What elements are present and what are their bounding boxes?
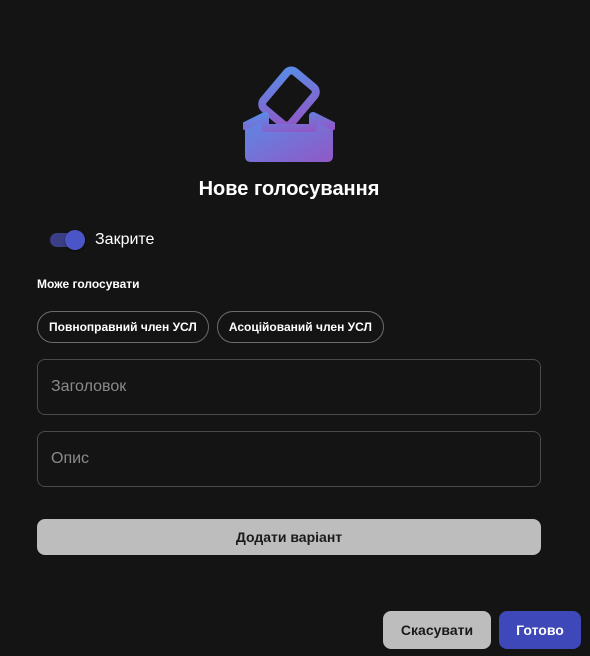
add-option-button[interactable]: Додати варіант	[37, 519, 541, 555]
chip-associate-member[interactable]: Асоційований член УСЛ	[216, 311, 384, 343]
done-button[interactable]: Готово	[499, 611, 581, 649]
closed-toggle-switch[interactable]	[48, 228, 86, 252]
new-vote-dialog: Нове голосування Закрите Може голосувати…	[0, 0, 590, 656]
voter-chips: Повноправний член УСЛ Асоційований член …	[37, 311, 384, 343]
description-field	[37, 431, 541, 487]
switch-thumb	[65, 230, 85, 250]
chip-full-member[interactable]: Повноправний член УСЛ	[37, 311, 209, 343]
voters-section-label: Може голосувати	[37, 277, 140, 291]
dialog-title: Нове голосування	[198, 178, 380, 200]
closed-toggle-row: Закрите	[48, 228, 154, 252]
cancel-button[interactable]: Скасувати	[383, 611, 491, 649]
closed-toggle-label: Закрите	[95, 231, 155, 248]
title-input[interactable]	[38, 360, 540, 414]
title-field	[37, 359, 541, 415]
description-input[interactable]	[38, 432, 540, 486]
ballot-box-icon	[243, 66, 335, 162]
